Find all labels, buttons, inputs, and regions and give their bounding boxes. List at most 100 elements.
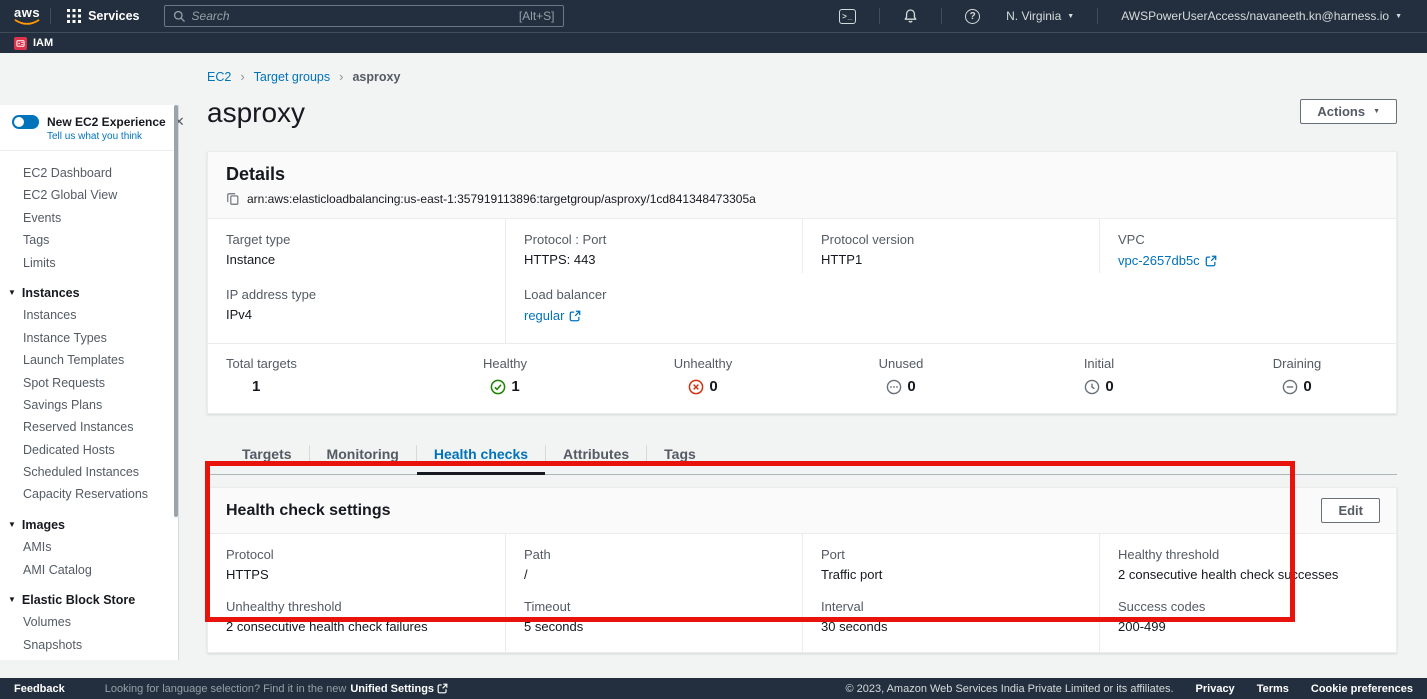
tab-tags[interactable]: Tags <box>647 436 713 474</box>
feedback-link[interactable]: Tell us what you think <box>47 131 168 142</box>
vpc-link[interactable]: vpc-2657db5c <box>1118 253 1217 268</box>
account-menu[interactable]: AWSPowerUserAccess/navaneeth.kn@harness.… <box>1108 9 1415 23</box>
field-value: 2 consecutive health check failures <box>226 619 487 634</box>
external-link-icon <box>569 310 581 322</box>
field-label: Success codes <box>1118 599 1378 614</box>
field-value: 5 seconds <box>524 619 784 634</box>
summary-initial: Initial 0 <box>1000 356 1198 395</box>
sidebar-section-elastic-block-store[interactable]: ▼Elastic Block Store <box>0 589 178 611</box>
main-content: EC2 › Target groups › asproxy asproxy Ac… <box>179 53 1427 678</box>
search-icon <box>173 10 186 23</box>
field-ip-address-type: IP address type IPv4 <box>208 273 505 343</box>
caret-down-icon: ▼ <box>8 289 16 297</box>
tab-attributes[interactable]: Attributes <box>546 436 646 474</box>
sidebar-item-ec2-global-view[interactable]: EC2 Global View <box>0 184 178 206</box>
top-navigation-bar: aws Services [Alt+S] >_ ? N. Virginia ▼ … <box>0 0 1427 32</box>
footer-bar: Feedback Looking for language selection?… <box>0 678 1427 699</box>
field-value: / <box>524 567 784 582</box>
favorite-iam-label: IAM <box>33 37 53 49</box>
sidebar-item-ec2-dashboard[interactable]: EC2 Dashboard <box>0 162 178 184</box>
privacy-link[interactable]: Privacy <box>1196 683 1235 695</box>
field-protocol-port: Protocol : Port HTTPS: 443 <box>505 219 802 273</box>
sidebar-item-tags[interactable]: Tags <box>0 229 178 251</box>
actions-button[interactable]: Actions ▼ <box>1300 99 1397 124</box>
cookie-preferences-link[interactable]: Cookie preferences <box>1311 683 1413 695</box>
summary-label: Unhealthy <box>674 356 733 371</box>
aws-logo[interactable]: aws <box>14 7 40 26</box>
field-value: 200-499 <box>1118 619 1378 634</box>
header-divider <box>941 8 942 24</box>
services-button[interactable]: Services <box>61 9 145 23</box>
header-right-group: >_ ? N. Virginia ▼ AWSPowerUserAccess/na… <box>826 8 1427 24</box>
feedback-button[interactable]: Feedback <box>14 683 65 695</box>
services-grid-icon <box>67 9 81 23</box>
caret-down-icon: ▼ <box>1373 108 1380 115</box>
sidebar-item-ami-catalog[interactable]: AMI Catalog <box>0 559 178 581</box>
breadcrumb-separator-icon: › <box>240 69 244 84</box>
unified-settings-link[interactable]: Unified Settings <box>350 683 448 695</box>
sidebar-item-amis[interactable]: AMIs <box>0 536 178 558</box>
search-input[interactable] <box>192 9 513 23</box>
search-box[interactable]: [Alt+S] <box>164 5 564 27</box>
external-link-icon <box>437 683 448 694</box>
field-value: HTTPS: 443 <box>524 252 784 267</box>
help-button[interactable]: ? <box>952 9 993 24</box>
sidebar-item-capacity-reservations[interactable]: Capacity Reservations <box>0 483 178 505</box>
tab-monitoring[interactable]: Monitoring <box>310 436 416 474</box>
sidebar-item-launch-templates[interactable]: Launch Templates <box>0 349 178 371</box>
terms-link[interactable]: Terms <box>1257 683 1289 695</box>
cloudshell-button[interactable]: >_ <box>826 9 869 24</box>
sidebar-section-instances[interactable]: ▼ Instances <box>0 282 178 304</box>
sidebar-item-dedicated-hosts[interactable]: Dedicated Hosts <box>0 439 178 461</box>
sidebar-item-spot-requests[interactable]: Spot Requests <box>0 372 178 394</box>
new-experience-panel: New EC2 Experience ✕ Tell us what you th… <box>0 105 179 151</box>
summary-total-targets: Total targets 1 <box>208 356 406 395</box>
summary-label: Healthy <box>483 356 527 371</box>
cloudshell-icon: >_ <box>839 9 856 24</box>
field-hc-healthy-threshold: Healthy threshold 2 consecutive health c… <box>1099 534 1396 585</box>
sidebar-item-reserved-instances[interactable]: Reserved Instances <box>0 416 178 438</box>
field-label: Interval <box>821 599 1081 614</box>
header-divider <box>50 8 51 24</box>
region-selector[interactable]: N. Virginia ▼ <box>993 9 1087 23</box>
favorite-iam[interactable]: IAM <box>14 37 53 50</box>
draining-minus-circle-icon <box>1282 379 1298 395</box>
breadcrumb-ec2[interactable]: EC2 <box>207 70 231 84</box>
breadcrumb-target-groups[interactable]: Target groups <box>254 70 330 84</box>
sidebar-section-label: Instances <box>22 282 80 304</box>
sidebar-section-label: Images <box>22 514 65 536</box>
sidebar-item-volumes[interactable]: Volumes <box>0 611 178 633</box>
breadcrumb-current: asproxy <box>352 70 400 84</box>
target-group-arn: arn:aws:elasticloadbalancing:us-east-1:3… <box>247 192 756 206</box>
field-hc-port: Port Traffic port <box>802 534 1099 585</box>
field-label: Healthy threshold <box>1118 547 1378 562</box>
tab-health-checks[interactable]: Health checks <box>417 436 545 474</box>
edit-button-label: Edit <box>1338 503 1363 518</box>
search-shortcut: [Alt+S] <box>519 9 555 23</box>
field-value: Traffic port <box>821 567 1081 582</box>
sidebar-item-instance-types[interactable]: Instance Types <box>0 327 178 349</box>
page-title: asproxy <box>207 97 305 129</box>
field-empty <box>802 273 1099 343</box>
sidebar-item-instances[interactable]: Instances <box>0 304 178 326</box>
copyright-text: © 2023, Amazon Web Services India Privat… <box>845 683 1173 695</box>
actions-button-label: Actions <box>1317 104 1365 119</box>
sidebar-item-savings-plans[interactable]: Savings Plans <box>0 394 178 416</box>
notifications-button[interactable] <box>890 8 931 24</box>
copy-icon[interactable] <box>226 192 240 206</box>
edit-button[interactable]: Edit <box>1321 498 1380 523</box>
sidebar-item-snapshots[interactable]: Snapshots <box>0 634 178 656</box>
sidebar-section-images[interactable]: ▼Images <box>0 514 178 536</box>
sidebar-scrollbar[interactable] <box>174 105 178 517</box>
summary-healthy: Healthy 1 <box>406 356 604 395</box>
load-balancer-link[interactable]: regular <box>524 308 581 323</box>
sidebar-item-scheduled-instances[interactable]: Scheduled Instances <box>0 461 178 483</box>
aws-logo-text: aws <box>14 7 40 19</box>
sidebar-item-limits[interactable]: Limits <box>0 252 178 274</box>
field-label: Load balancer <box>524 287 784 302</box>
summary-value: 0 <box>907 378 915 395</box>
sidebar-item-events[interactable]: Events <box>0 207 178 229</box>
field-hc-protocol: Protocol HTTPS <box>208 534 505 585</box>
tab-targets[interactable]: Targets <box>225 436 309 474</box>
new-experience-toggle[interactable] <box>12 115 39 129</box>
